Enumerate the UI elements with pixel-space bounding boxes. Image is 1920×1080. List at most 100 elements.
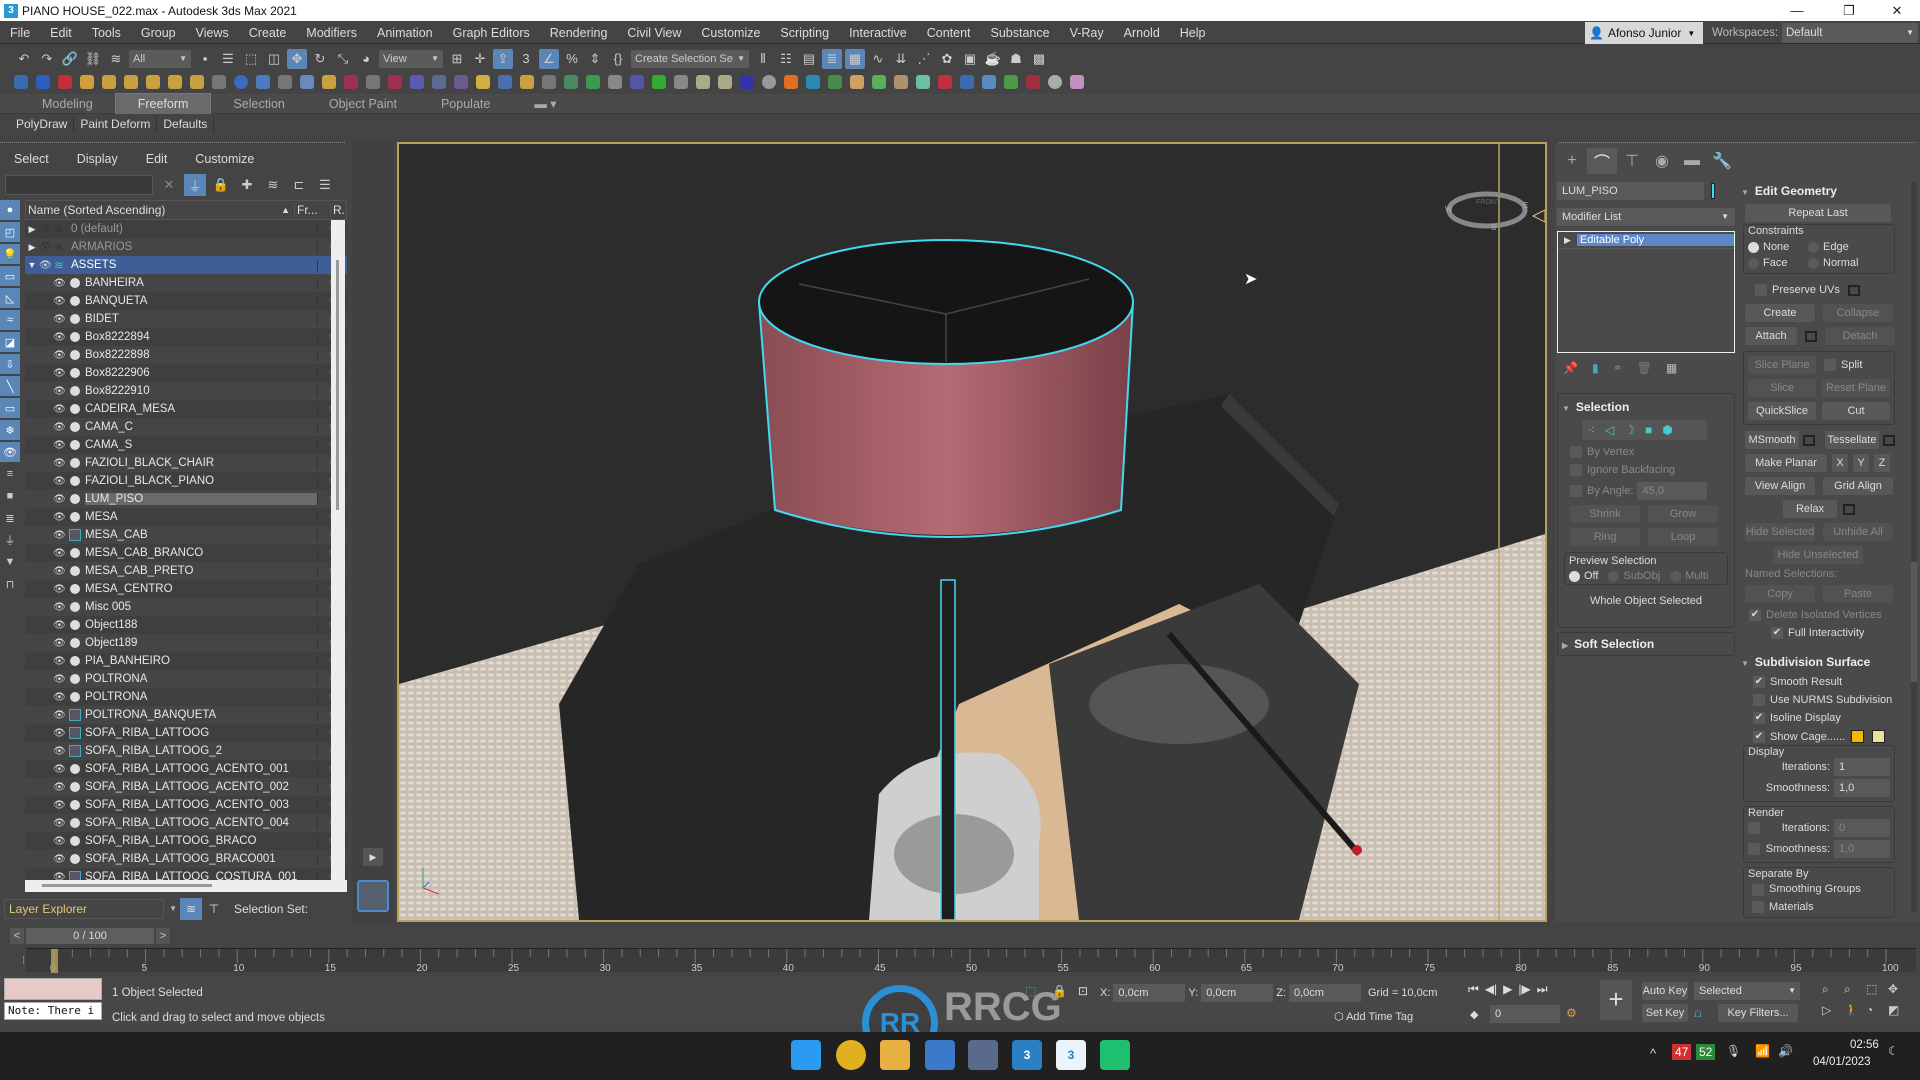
display-tab-icon[interactable]: ▬ — [1677, 148, 1707, 174]
vray-ball-icon[interactable] — [410, 74, 424, 89]
hidden-filter-icon[interactable]: 👁 — [0, 442, 20, 462]
vray-shield-icon[interactable] — [212, 74, 226, 89]
vray-cube-icon[interactable] — [58, 74, 72, 89]
object-name[interactable]: CAMA_C — [85, 421, 317, 433]
file-explorer-icon[interactable] — [880, 1040, 910, 1070]
msmooth-settings-icon[interactable] — [1803, 434, 1815, 446]
by-angle-spinner[interactable]: 45,0 — [1637, 482, 1708, 501]
menu-group[interactable]: Group — [131, 22, 186, 44]
go-to-start-icon[interactable]: ⏮ — [1468, 982, 1479, 997]
vray-scatter-icon[interactable] — [432, 74, 446, 89]
snaps-icon[interactable]: 3 — [516, 49, 536, 69]
layers-icon[interactable] — [938, 74, 952, 89]
clear-search-icon[interactable]: ✕ — [158, 174, 180, 196]
object-name[interactable]: FAZIOLI_BLACK_PIANO — [85, 475, 317, 487]
object-row[interactable]: 👁 Box8222910 ❄ — [25, 382, 347, 400]
invert-display-icon[interactable]: ≣ — [0, 508, 20, 528]
microphone-icon[interactable]: 🎙 — [1726, 1044, 1741, 1058]
visibility-icon[interactable]: 👁 — [39, 260, 52, 271]
chrome-icon[interactable] — [836, 1040, 866, 1070]
object-row[interactable]: 👁 Object188 ❄ — [25, 616, 347, 634]
object-row[interactable]: 👁 PIA_BANHEIRO ❄ — [25, 652, 347, 670]
object-row[interactable]: 👁 Object189 ❄ — [25, 634, 347, 652]
menu-interactive[interactable]: Interactive — [839, 22, 917, 44]
clock-time[interactable]: 02:56 — [1850, 1039, 1879, 1051]
layer-name[interactable]: 0 (default) — [71, 223, 317, 235]
render-iterative-icon[interactable]: ▩ — [1029, 49, 1049, 69]
object-name[interactable]: Box8222910 — [85, 385, 317, 397]
visibility-icon[interactable]: 👁 — [39, 242, 52, 253]
start-icon[interactable] — [791, 1040, 821, 1070]
key-mode-toggle-icon[interactable]: ◆ — [1470, 1008, 1478, 1021]
by-vertex-checkbox[interactable] — [1570, 446, 1582, 459]
containers-filter-icon[interactable]: ▭ — [0, 398, 20, 418]
object-name[interactable]: FAZIOLI_BLACK_CHAIR — [85, 457, 317, 469]
vray-lamp-icon[interactable] — [696, 74, 710, 89]
frame-counter[interactable]: 0 / 100 — [26, 928, 154, 944]
groups-filter-icon[interactable]: ◪ — [0, 332, 20, 352]
make-planar-button[interactable]: Make Planar — [1745, 454, 1827, 472]
hide-unselected-button[interactable]: Hide Unselected — [1773, 546, 1863, 564]
vray-asset-icon[interactable] — [322, 74, 336, 89]
vray-tool-icon[interactable] — [300, 74, 314, 89]
object-row[interactable]: 👁 MESA_CENTRO ❄ — [25, 580, 347, 598]
maxscript-mini-listener[interactable]: Note: There i — [4, 1002, 102, 1020]
spacewarps-filter-icon[interactable]: ≈ — [0, 310, 20, 330]
preview-off-radio[interactable]: Off — [1569, 570, 1598, 582]
vray-proxy3-icon[interactable] — [146, 74, 160, 89]
mirror-icon[interactable]: ⫴ — [753, 49, 773, 69]
tab-selection[interactable]: Selection — [211, 94, 306, 114]
configure-sets-icon[interactable]: ▦ — [1666, 361, 1677, 375]
undo-icon[interactable]: ↶ — [14, 49, 34, 69]
sx-menu-display[interactable]: Display — [63, 150, 132, 168]
window-crossing-icon[interactable]: ◫ — [264, 49, 284, 69]
maxscript-listener[interactable] — [4, 978, 102, 1000]
object-name[interactable]: SOFA_RIBA_LATTOOG_BRACO — [85, 835, 317, 847]
display-all-icon[interactable]: ≡ — [0, 464, 20, 484]
maximize-viewport-icon[interactable]: ◩ — [1888, 1003, 1910, 1017]
layout-thumbnail[interactable] — [357, 880, 389, 912]
vray-globe-icon[interactable] — [740, 74, 754, 89]
vray-proxy2-icon[interactable] — [124, 74, 138, 89]
object-row[interactable]: 👁 Box8222898 ❄ — [25, 346, 347, 364]
cage-color-swatch[interactable] — [1851, 730, 1865, 744]
visibility-icon[interactable]: 👁 — [53, 566, 66, 577]
visibility-icon[interactable]: 👁 — [53, 548, 66, 559]
vray-dome-icon[interactable] — [234, 74, 248, 89]
layer-row[interactable]: ▶ 👁 ≋ ARMARIOS ❄ — [25, 238, 347, 256]
selection-lock-icon[interactable]: 🔒 — [1052, 984, 1067, 998]
render-smoothness-checkbox[interactable] — [1748, 843, 1760, 856]
app-green-icon[interactable] — [1100, 1040, 1130, 1070]
layer-row[interactable]: ▶ 👁 ≋ 0 (default) ❄ — [25, 220, 347, 238]
display-none-icon[interactable]: ■ — [0, 486, 20, 506]
delete-isolated-checkbox[interactable]: ✔ — [1749, 609, 1761, 622]
stack-item[interactable]: ▶ Editable Poly — [1558, 232, 1734, 249]
object-name[interactable]: SOFA_RIBA_LATTOOG_BRACO001 — [85, 853, 317, 865]
detach-button[interactable]: Detach — [1825, 327, 1895, 345]
lock-icon[interactable]: 🔒 — [210, 174, 232, 196]
cut-button[interactable]: Cut — [1822, 402, 1890, 420]
render-iterations-spinner[interactable]: 0 — [1834, 819, 1890, 838]
edit-named-sel-icon[interactable]: {} — [608, 49, 628, 69]
tessellate-button[interactable]: Tessellate — [1825, 431, 1879, 449]
vray-diamond-icon[interactable] — [476, 74, 490, 89]
visibility-icon[interactable]: 👁 — [53, 422, 66, 433]
lights-filter-icon[interactable]: 💡 — [0, 244, 20, 264]
clock-date[interactable]: 04/01/2023 — [1813, 1056, 1871, 1068]
object-name[interactable]: MESA — [85, 511, 317, 523]
display-iterations-spinner[interactable]: 1 — [1834, 758, 1890, 777]
menu-edit[interactable]: Edit — [40, 22, 82, 44]
element-icon[interactable]: ⬢ — [1662, 423, 1672, 437]
set-key-button[interactable]: Set Key — [1642, 1004, 1688, 1022]
rotate-icon[interactable]: ↻ — [310, 49, 330, 69]
subtab-polydraw[interactable]: PolyDraw — [10, 115, 75, 133]
vray-pen-icon[interactable] — [278, 74, 292, 89]
hide-selected-button[interactable]: Hide Selected — [1745, 523, 1815, 541]
layers-stack-icon[interactable]: ☰ — [314, 174, 336, 196]
workspace-select[interactable]: Default ▼ — [1782, 23, 1918, 43]
visibility-icon[interactable]: 👁 — [53, 278, 66, 289]
target-icon[interactable] — [1048, 74, 1062, 89]
slice-plane-button[interactable]: Slice Plane — [1748, 356, 1816, 374]
object-row[interactable]: 👁 CAMA_C ❄ — [25, 418, 347, 436]
visibility-icon[interactable]: 👁 — [53, 620, 66, 631]
